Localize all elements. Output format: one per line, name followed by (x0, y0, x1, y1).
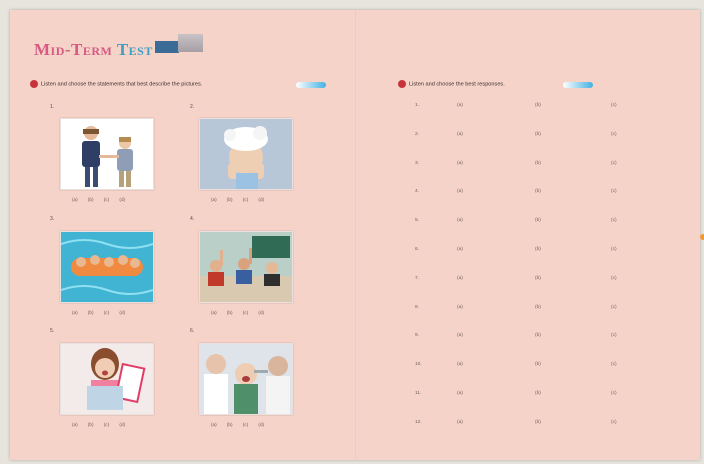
photo-two-boys (60, 118, 154, 190)
photo-child-shampoo-art (200, 119, 292, 189)
picture-label: 1. (50, 104, 55, 110)
response-number: 7. (415, 275, 420, 281)
response-option[interactable]: (a) (457, 132, 463, 137)
photo-pool-kids-art (61, 232, 153, 302)
picture-label: 6. (190, 328, 195, 334)
response-option[interactable]: (a) (457, 420, 463, 425)
response-option[interactable]: (c) (611, 218, 617, 223)
answer-options: (a) (b) (c) (d) (72, 422, 126, 427)
response-number: 5. (415, 218, 420, 224)
response-row: 2. (a) (b) (c) (415, 132, 635, 142)
answer-options: (a) (b) (c) (d) (72, 197, 126, 202)
right-instruction-text: Listen and choose the best responses. (409, 81, 505, 88)
response-option[interactable]: (a) (457, 247, 463, 252)
picture-label: 2. (190, 104, 195, 110)
picture-label: 4. (190, 216, 195, 222)
photo-dentist (199, 343, 293, 415)
response-row: 3. (a) (b) (c) (415, 161, 635, 171)
answer-options: (a) (b) (c) (d) (72, 310, 126, 315)
response-option[interactable]: (a) (457, 305, 463, 310)
left-instruction-text: Listen and choose the statements that be… (41, 81, 203, 88)
response-option[interactable]: (b) (535, 189, 541, 194)
answer-options: (a) (b) (c) (d) (211, 422, 265, 427)
response-option[interactable]: (a) (457, 161, 463, 166)
photo-two-boys-art (82, 126, 133, 187)
response-row: 11. (a) (b) (c) (415, 391, 635, 401)
photo-girl-gift-art (61, 344, 153, 414)
photo-dentist-art (200, 344, 292, 414)
photo-girl-gift (60, 343, 154, 415)
photo-classroom-art (200, 232, 292, 302)
title-part-1: Mid-Term (34, 40, 113, 59)
response-option[interactable]: (a) (457, 189, 463, 194)
title-part-2: Test (116, 40, 153, 59)
response-option[interactable]: (a) (457, 218, 463, 223)
picture-label: 5. (50, 328, 55, 334)
response-row: 1. (a) (b) (c) (415, 103, 635, 113)
title-badge (155, 41, 179, 53)
response-row: 4. (a) (b) (c) (415, 189, 635, 199)
response-row: 5. (a) (b) (c) (415, 218, 635, 228)
response-option[interactable]: (b) (535, 103, 541, 108)
right-section-instruction: Listen and choose the best responses. (398, 80, 505, 88)
response-option[interactable]: (b) (535, 276, 541, 281)
response-option[interactable]: (a) (457, 276, 463, 281)
response-option[interactable]: (b) (535, 391, 541, 396)
response-option[interactable]: (c) (611, 420, 617, 425)
response-option[interactable]: (b) (535, 362, 541, 367)
page-edge-tab (700, 234, 704, 240)
response-number: 10. (415, 362, 422, 368)
page-title: Mid-Term Test (34, 40, 153, 60)
response-number: 12. (415, 419, 422, 425)
photo-classroom (199, 231, 293, 303)
left-section-instruction: Listen and choose the statements that be… (30, 80, 202, 88)
response-option[interactable]: (c) (611, 391, 617, 396)
response-number: 4. (415, 189, 420, 195)
book-spine (355, 10, 357, 460)
response-option[interactable]: (a) (457, 333, 463, 338)
answer-options: (a) (b) (c) (d) (211, 197, 265, 202)
answer-options: (a) (b) (c) (d) (211, 310, 265, 315)
response-option[interactable]: (a) (457, 391, 463, 396)
response-row: 10. (a) (b) (c) (415, 362, 635, 372)
picture-label: 3. (50, 216, 55, 222)
response-row: 6. (a) (b) (c) (415, 247, 635, 257)
response-option[interactable]: (b) (535, 247, 541, 252)
response-option[interactable]: (c) (611, 333, 617, 338)
response-option[interactable]: (c) (611, 276, 617, 281)
response-number: 11. (415, 391, 422, 396)
response-option[interactable]: (c) (611, 161, 617, 166)
number-circle-icon (398, 80, 406, 88)
response-number: 8. (415, 304, 420, 310)
response-option[interactable]: (b) (535, 218, 541, 223)
response-option[interactable]: (c) (611, 132, 617, 137)
response-option[interactable]: (c) (611, 305, 617, 310)
response-row: 7. (a) (b) (c) (415, 276, 635, 286)
photo-child-shampoo (199, 118, 293, 190)
response-option[interactable]: (c) (611, 362, 617, 367)
response-number: 6. (415, 247, 420, 252)
response-number: 1. (415, 103, 420, 108)
response-option[interactable]: (b) (535, 333, 541, 338)
response-number: 2. (415, 131, 420, 137)
response-row: 9. (a) (b) (c) (415, 333, 635, 343)
speaker-audio-icon[interactable] (563, 82, 593, 88)
response-option[interactable]: (b) (535, 161, 541, 166)
response-option[interactable]: (a) (457, 362, 463, 367)
response-option[interactable]: (b) (535, 132, 541, 137)
response-row: 12. (a) (b) (c) (415, 420, 635, 430)
number-circle-icon (30, 80, 38, 88)
response-row: 8. (a) (b) (c) (415, 305, 635, 315)
response-option[interactable]: (b) (535, 420, 541, 425)
response-option[interactable]: (b) (535, 305, 541, 310)
response-option[interactable]: (c) (611, 103, 617, 108)
response-option[interactable]: (a) (457, 103, 463, 108)
response-option[interactable]: (c) (611, 189, 617, 194)
response-number: 9. (415, 333, 420, 339)
photo-pool-kids (60, 231, 154, 303)
response-option[interactable]: (c) (611, 247, 617, 252)
speaker-audio-icon[interactable] (296, 82, 326, 88)
title-tab (178, 34, 203, 52)
response-number: 3. (415, 160, 420, 166)
